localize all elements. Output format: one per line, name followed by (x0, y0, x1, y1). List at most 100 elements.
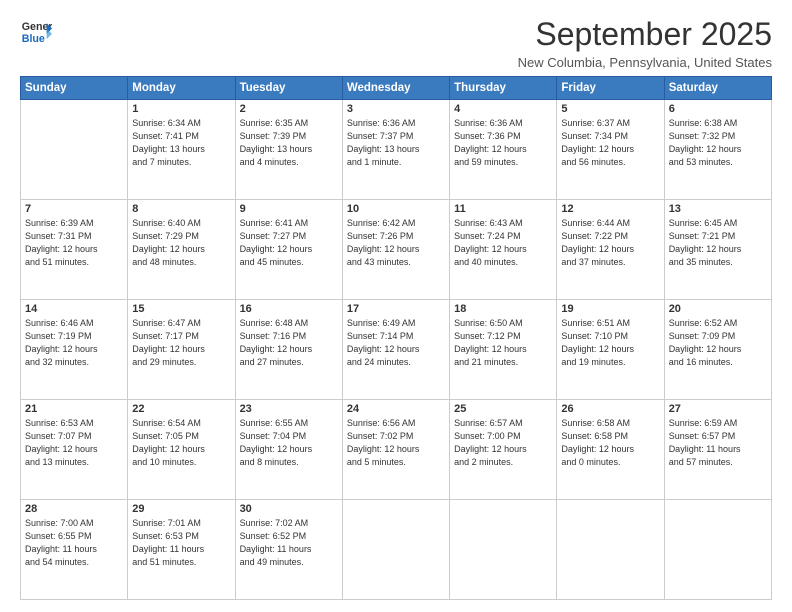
col-header-thursday: Thursday (450, 77, 557, 100)
day-info: Sunrise: 7:00 AMSunset: 6:55 PMDaylight:… (25, 517, 123, 569)
calendar-table: SundayMondayTuesdayWednesdayThursdayFrid… (20, 76, 772, 600)
day-number: 22 (132, 403, 230, 415)
title-block: September 2025 New Columbia, Pennsylvani… (518, 16, 772, 70)
day-info: Sunrise: 6:34 AMSunset: 7:41 PMDaylight:… (132, 117, 230, 169)
day-info: Sunrise: 6:44 AMSunset: 7:22 PMDaylight:… (561, 217, 659, 269)
week-row-2: 7 Sunrise: 6:39 AMSunset: 7:31 PMDaylight… (21, 200, 772, 300)
day-cell: 27 Sunrise: 6:59 AMSunset: 6:57 PMDayligh… (664, 400, 771, 500)
week-row-5: 28Sunrise: 7:00 AMSunset: 6:55 PMDayligh… (21, 500, 772, 600)
day-info: Sunrise: 6:58 AMSunset: 6:58 PMDaylight:… (561, 417, 659, 469)
day-number: 2 (240, 103, 338, 115)
day-number: 14 (25, 303, 123, 315)
day-cell: 9 Sunrise: 6:41 AMSunset: 7:27 PMDaylight… (235, 200, 342, 300)
day-number: 10 (347, 203, 445, 215)
day-cell (21, 100, 128, 200)
day-info: Sunrise: 6:47 AMSunset: 7:17 PMDaylight:… (132, 317, 230, 369)
day-cell: 4 Sunrise: 6:36 AMSunset: 7:36 PMDaylight… (450, 100, 557, 200)
week-row-1: 1 Sunrise: 6:34 AMSunset: 7:41 PMDaylight… (21, 100, 772, 200)
location-subtitle: New Columbia, Pennsylvania, United State… (518, 55, 772, 70)
day-cell: 26 Sunrise: 6:58 AMSunset: 6:58 PMDayligh… (557, 400, 664, 500)
day-info: Sunrise: 6:51 AMSunset: 7:10 PMDaylight:… (561, 317, 659, 369)
day-cell (342, 500, 449, 600)
page: General Blue September 2025 New Columbia… (0, 0, 792, 612)
day-number: 1 (132, 103, 230, 115)
day-info: Sunrise: 6:41 AMSunset: 7:27 PMDaylight:… (240, 217, 338, 269)
day-number: 20 (669, 303, 767, 315)
day-cell: 25 Sunrise: 6:57 AMSunset: 7:00 PMDayligh… (450, 400, 557, 500)
day-number: 5 (561, 103, 659, 115)
day-cell: 18 Sunrise: 6:50 AMSunset: 7:12 PMDayligh… (450, 300, 557, 400)
day-info: Sunrise: 7:01 AMSunset: 6:53 PMDaylight:… (132, 517, 230, 569)
week-row-3: 14Sunrise: 6:46 AMSunset: 7:19 PMDayligh… (21, 300, 772, 400)
day-cell: 28Sunrise: 7:00 AMSunset: 6:55 PMDayligh… (21, 500, 128, 600)
day-cell: 19Sunrise: 6:51 AMSunset: 7:10 PMDayligh… (557, 300, 664, 400)
day-info: Sunrise: 6:55 AMSunset: 7:04 PMDaylight:… (240, 417, 338, 469)
day-info: Sunrise: 6:59 AMSunset: 6:57 PMDaylight:… (669, 417, 767, 469)
day-cell: 24 Sunrise: 6:56 AMSunset: 7:02 PMDayligh… (342, 400, 449, 500)
day-cell: 2Sunrise: 6:35 AMSunset: 7:39 PMDaylight… (235, 100, 342, 200)
day-number: 15 (132, 303, 230, 315)
day-number: 8 (132, 203, 230, 215)
day-number: 24 (347, 403, 445, 415)
day-cell (450, 500, 557, 600)
day-info: Sunrise: 6:52 AMSunset: 7:09 PMDaylight:… (669, 317, 767, 369)
day-info: Sunrise: 6:54 AMSunset: 7:05 PMDaylight:… (132, 417, 230, 469)
day-cell (557, 500, 664, 600)
day-cell: 13 Sunrise: 6:45 AMSunset: 7:21 PMDayligh… (664, 200, 771, 300)
logo-icon: General Blue (20, 16, 52, 48)
day-number: 25 (454, 403, 552, 415)
day-cell: 3 Sunrise: 6:36 AMSunset: 7:37 PMDaylight… (342, 100, 449, 200)
day-info: Sunrise: 6:38 AMSunset: 7:32 PMDaylight:… (669, 117, 767, 169)
day-info: Sunrise: 6:36 AMSunset: 7:36 PMDaylight:… (454, 117, 552, 169)
day-number: 3 (347, 103, 445, 115)
day-number: 9 (240, 203, 338, 215)
day-info: Sunrise: 7:02 AMSunset: 6:52 PMDaylight:… (240, 517, 338, 569)
day-cell: 5 Sunrise: 6:37 AMSunset: 7:34 PMDaylight… (557, 100, 664, 200)
day-info: Sunrise: 6:50 AMSunset: 7:12 PMDaylight:… (454, 317, 552, 369)
day-cell: 23 Sunrise: 6:55 AMSunset: 7:04 PMDayligh… (235, 400, 342, 500)
day-number: 16 (240, 303, 338, 315)
day-info: Sunrise: 6:37 AMSunset: 7:34 PMDaylight:… (561, 117, 659, 169)
day-cell (664, 500, 771, 600)
day-number: 4 (454, 103, 552, 115)
col-header-monday: Monday (128, 77, 235, 100)
day-number: 26 (561, 403, 659, 415)
day-info: Sunrise: 6:36 AMSunset: 7:37 PMDaylight:… (347, 117, 445, 169)
day-number: 18 (454, 303, 552, 315)
day-cell: 12 Sunrise: 6:44 AMSunset: 7:22 PMDayligh… (557, 200, 664, 300)
day-number: 30 (240, 503, 338, 515)
header: General Blue September 2025 New Columbia… (20, 16, 772, 70)
day-info: Sunrise: 6:39 AMSunset: 7:31 PMDaylight:… (25, 217, 123, 269)
day-cell: 7 Sunrise: 6:39 AMSunset: 7:31 PMDaylight… (21, 200, 128, 300)
day-number: 13 (669, 203, 767, 215)
day-cell: 20 Sunrise: 6:52 AMSunset: 7:09 PMDayligh… (664, 300, 771, 400)
svg-text:Blue: Blue (22, 33, 45, 45)
day-number: 27 (669, 403, 767, 415)
day-cell: 8 Sunrise: 6:40 AMSunset: 7:29 PMDaylight… (128, 200, 235, 300)
day-number: 7 (25, 203, 123, 215)
day-number: 23 (240, 403, 338, 415)
day-cell: 14Sunrise: 6:46 AMSunset: 7:19 PMDayligh… (21, 300, 128, 400)
day-number: 29 (132, 503, 230, 515)
col-header-tuesday: Tuesday (235, 77, 342, 100)
month-title: September 2025 (518, 16, 772, 53)
day-number: 12 (561, 203, 659, 215)
day-cell: 15 Sunrise: 6:47 AMSunset: 7:17 PMDayligh… (128, 300, 235, 400)
day-info: Sunrise: 6:40 AMSunset: 7:29 PMDaylight:… (132, 217, 230, 269)
day-cell: 21Sunrise: 6:53 AMSunset: 7:07 PMDayligh… (21, 400, 128, 500)
day-info: Sunrise: 6:56 AMSunset: 7:02 PMDaylight:… (347, 417, 445, 469)
day-number: 17 (347, 303, 445, 315)
col-header-wednesday: Wednesday (342, 77, 449, 100)
header-row: SundayMondayTuesdayWednesdayThursdayFrid… (21, 77, 772, 100)
day-info: Sunrise: 6:57 AMSunset: 7:00 PMDaylight:… (454, 417, 552, 469)
day-info: Sunrise: 6:49 AMSunset: 7:14 PMDaylight:… (347, 317, 445, 369)
day-number: 6 (669, 103, 767, 115)
day-cell: 29 Sunrise: 7:01 AMSunset: 6:53 PMDayligh… (128, 500, 235, 600)
day-cell: 1 Sunrise: 6:34 AMSunset: 7:41 PMDaylight… (128, 100, 235, 200)
day-cell: 16 Sunrise: 6:48 AMSunset: 7:16 PMDayligh… (235, 300, 342, 400)
day-info: Sunrise: 6:45 AMSunset: 7:21 PMDaylight:… (669, 217, 767, 269)
day-number: 21 (25, 403, 123, 415)
day-info: Sunrise: 6:48 AMSunset: 7:16 PMDaylight:… (240, 317, 338, 369)
day-info: Sunrise: 6:43 AMSunset: 7:24 PMDaylight:… (454, 217, 552, 269)
day-cell: 10Sunrise: 6:42 AMSunset: 7:26 PMDayligh… (342, 200, 449, 300)
